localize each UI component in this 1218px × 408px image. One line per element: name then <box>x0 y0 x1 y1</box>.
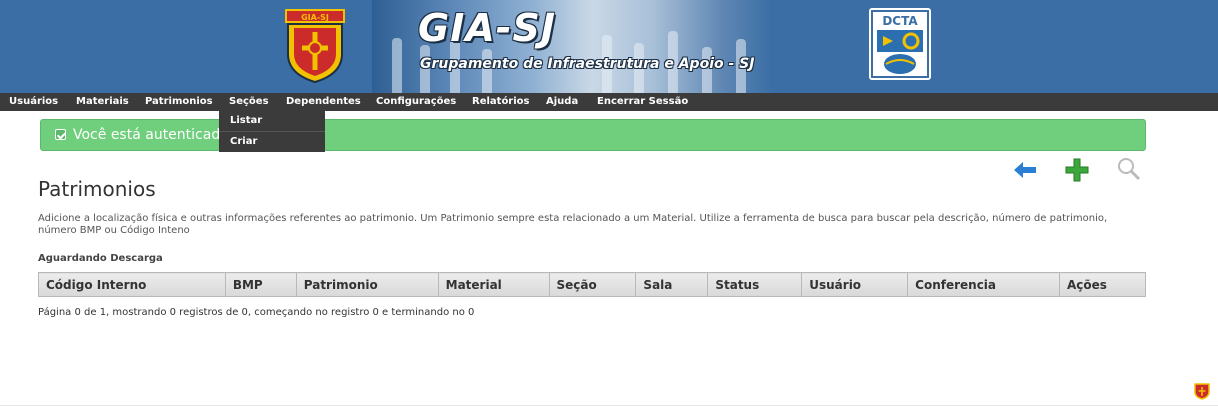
banner-title: GIA-SJ <box>418 6 557 50</box>
pagination-info: Página 0 de 1, mostrando 0 registros de … <box>38 307 475 318</box>
dropdown-item-criar[interactable]: Criar <box>219 132 325 152</box>
column-sala[interactable]: Sala <box>635 272 709 297</box>
page-description: Adicione a localização física e outras i… <box>38 213 1108 236</box>
dropdown-item-listar[interactable]: Listar <box>219 111 325 131</box>
column-secao[interactable]: Seção <box>548 272 637 297</box>
banner-subtitle: Grupamento de Infraestrutura e Apoio - S… <box>420 56 755 72</box>
section-label: Aguardando Descarga <box>38 253 163 264</box>
patrimonios-table: Código Interno BMP Patrimonio Material S… <box>38 272 1146 297</box>
shield-text: GIA-SJ <box>301 13 329 22</box>
gia-sj-shield-logo: GIA-SJ <box>285 9 345 84</box>
site-header: GIA-SJ GIA-SJ Grupamento de Infraestrutu… <box>0 0 1218 93</box>
nav-item-ajuda[interactable]: Ajuda <box>546 93 578 111</box>
nav-item-encerrar-sessao[interactable]: Encerrar Sessão <box>597 93 688 111</box>
column-patrimonio[interactable]: Patrimonio <box>295 272 439 297</box>
nav-item-secoes[interactable]: Seções <box>229 93 269 111</box>
footer-divider <box>0 405 1218 406</box>
alert-message: Você está autenticado <box>73 127 229 143</box>
nav-item-relatorios[interactable]: Relatórios <box>472 93 530 111</box>
search-icon[interactable] <box>1117 157 1141 181</box>
nav-item-usuarios[interactable]: Usuários <box>9 93 58 111</box>
back-arrow-icon[interactable] <box>1013 161 1037 179</box>
main-navbar: Usuários Materiais Patrimonios Seções De… <box>0 93 1218 111</box>
add-plus-icon[interactable] <box>1065 158 1089 182</box>
column-conferencia[interactable]: Conferencia <box>907 272 1060 297</box>
success-alert: Você está autenticado <box>40 119 1146 151</box>
secoes-dropdown-menu: Listar Criar <box>219 111 325 152</box>
dcta-logo: DCTA <box>869 8 931 80</box>
column-material[interactable]: Material <box>437 272 550 297</box>
column-codigo-interno[interactable]: Código Interno <box>38 272 226 297</box>
nav-item-dependentes[interactable]: Dependentes <box>286 93 361 111</box>
page-title: Patrimonios <box>38 177 156 201</box>
nav-item-patrimonios[interactable]: Patrimonios <box>145 93 213 111</box>
nav-item-configuracoes[interactable]: Configurações <box>376 93 456 111</box>
nav-item-materiais[interactable]: Materiais <box>76 93 129 111</box>
table-header-row: Código Interno BMP Patrimonio Material S… <box>38 272 1146 297</box>
column-status[interactable]: Status <box>707 272 803 297</box>
check-icon <box>55 129 66 140</box>
dcta-text: DCTA <box>882 14 918 28</box>
column-acoes[interactable]: Ações <box>1059 272 1146 297</box>
corner-shield-icon <box>1194 383 1210 400</box>
column-usuario[interactable]: Usuário <box>801 272 909 297</box>
column-bmp[interactable]: BMP <box>224 272 297 297</box>
